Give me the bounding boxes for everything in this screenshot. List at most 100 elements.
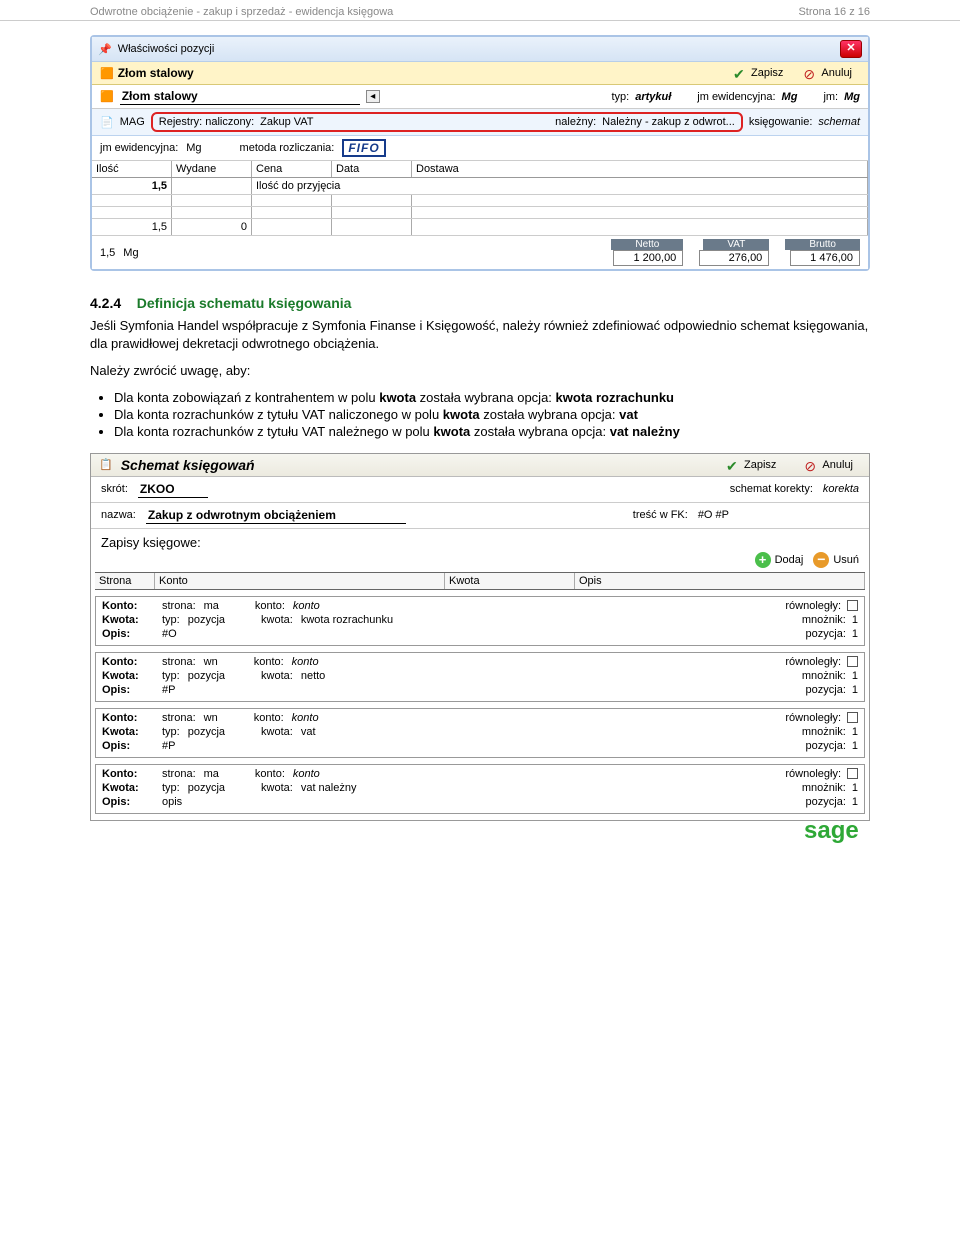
kwota-sublabel: kwota:: [261, 670, 293, 682]
page-number: Strona 16 z 16: [798, 6, 870, 18]
item-name: Złom stalowy: [118, 66, 194, 80]
accept-label: Ilość do przyjęcia: [252, 178, 868, 194]
typ-value: pozycja: [188, 726, 225, 738]
section-heading: 4.2.4 Definicja schematu księgowania: [90, 295, 870, 311]
ksieg-value: schemat: [818, 116, 860, 128]
jm-ewid2-label: jm ewidencyjna:: [100, 142, 178, 154]
typ-sublabel: typ:: [162, 614, 180, 626]
rownolegly-checkbox[interactable]: [847, 768, 858, 779]
strona-sublabel: strona:: [162, 600, 196, 612]
rownolegly-checkbox[interactable]: [847, 712, 858, 723]
vat-value: 276,00: [699, 250, 769, 266]
pozycja-label: pozycja:: [806, 628, 846, 640]
item-properties-window: 📌 Właściwości pozycji ✕ 🟧 Złom stalowy ✔…: [90, 35, 870, 271]
mnoznik-value: 1: [852, 726, 858, 738]
mnoznik-label: mnożnik:: [802, 670, 846, 682]
mnoznik-label: mnożnik:: [802, 782, 846, 794]
section-number: 4.2.4: [90, 295, 121, 311]
bullet-3: Dla konta rozrachunków z tytułu VAT nale…: [114, 424, 870, 439]
close-button[interactable]: ✕: [840, 40, 862, 58]
mnoznik-value: 1: [852, 670, 858, 682]
konto-sublabel: konto:: [255, 600, 285, 612]
grid-row-accept: 1,5 Ilość do przyjęcia: [92, 178, 868, 195]
skrot-input[interactable]: [138, 481, 208, 498]
kwota-sublabel: kwota:: [261, 614, 293, 626]
item-name-input[interactable]: [120, 88, 360, 105]
typ-value: pozycja: [188, 670, 225, 682]
opis-label: Opis:: [102, 628, 156, 640]
window-title: Właściwości pozycji: [118, 43, 215, 55]
paragraph-2: Należy zwrócić uwagę, aby:: [90, 362, 870, 380]
typ-value: pozycja: [188, 614, 225, 626]
add-label[interactable]: Dodaj: [775, 554, 804, 566]
hdr-strona: Strona: [95, 573, 155, 589]
tresc-value: #O #P: [698, 509, 729, 521]
grid-row-blank: [92, 195, 868, 207]
konto-value: konto: [292, 712, 319, 724]
col-ilosc: Ilość: [92, 161, 172, 177]
col-dostawa: Dostawa: [412, 161, 868, 177]
add-icon[interactable]: +: [755, 552, 771, 568]
delete-icon[interactable]: −: [813, 552, 829, 568]
kwota-label: Kwota:: [102, 782, 156, 794]
kwota-value: kwota rozrachunku: [301, 614, 393, 626]
opis-value: #O: [162, 628, 177, 640]
strona-value: ma: [204, 768, 219, 780]
entry-block: Konto:strona: wnkonto: kontorównoległy: …: [95, 708, 865, 758]
spinner[interactable]: ◂: [366, 90, 380, 103]
opis-label: Opis:: [102, 796, 156, 808]
footer-qty: 1,5: [100, 247, 115, 259]
opis-value: opis: [162, 796, 182, 808]
pozycja-value: 1: [852, 628, 858, 640]
sage-logo: sage: [804, 816, 880, 849]
item-icon: 🟧: [100, 67, 114, 80]
opis-label: Opis:: [102, 684, 156, 696]
paragraph-1: Jeśli Symfonia Handel współpracuje z Sym…: [90, 317, 870, 352]
cancel-icon: ⊘: [803, 66, 817, 80]
mnoznik-value: 1: [852, 782, 858, 794]
pozycja-label: pozycja:: [806, 684, 846, 696]
delete-label[interactable]: Usuń: [833, 554, 859, 566]
kwota-value: vat należny: [301, 782, 357, 794]
hdr-kwota: Kwota: [445, 573, 575, 589]
konto-sublabel: konto:: [254, 712, 284, 724]
pozycja-value: 1: [852, 796, 858, 808]
konto-sublabel: konto:: [254, 656, 284, 668]
jm-ewid-label: jm ewidencyjna:: [697, 91, 775, 103]
nazwa-input[interactable]: [146, 507, 406, 524]
reg-label: Rejestry: naliczony:: [159, 116, 254, 128]
rownolegly-checkbox[interactable]: [847, 600, 858, 611]
entry-block: Konto:strona: wnkonto: kontorównoległy: …: [95, 652, 865, 702]
sum-a: 1,5: [92, 219, 172, 235]
strona-sublabel: strona:: [162, 768, 196, 780]
schema-cancel-button[interactable]: ⊘Anuluj: [796, 457, 861, 473]
brutto-value: 1 476,00: [790, 250, 860, 266]
accept-qty: 1,5: [92, 178, 172, 194]
rownolegly-label: równoległy:: [785, 600, 841, 612]
cancel-button[interactable]: ⊘Anuluj: [795, 65, 860, 81]
fifo-badge: FIFO: [342, 139, 385, 157]
grid-row-blank: [92, 207, 868, 219]
rownolegly-checkbox[interactable]: [847, 656, 858, 667]
rownolegly-label: równoległy:: [785, 656, 841, 668]
bullet-1: Dla konta zobowiązań z kontrahentem w po…: [114, 390, 870, 405]
schema-save-button[interactable]: ✔Zapisz: [718, 457, 784, 473]
item-icon-2: 🟧: [100, 90, 114, 103]
save-button[interactable]: ✔Zapisz: [725, 65, 791, 81]
col-wydane: Wydane: [172, 161, 252, 177]
pozycja-label: pozycja:: [806, 796, 846, 808]
konto-value: konto: [292, 656, 319, 668]
svg-text:sage: sage: [804, 817, 859, 844]
typ-sublabel: typ:: [162, 670, 180, 682]
nalezny-label: należny:: [555, 116, 596, 128]
schema-grid-header: Strona Konto Kwota Opis: [95, 572, 865, 590]
nalezny-value: Należny - zakup z odwrot...: [602, 116, 735, 128]
col-data: Data: [332, 161, 412, 177]
korekta-label: schemat korekty:: [730, 483, 813, 495]
konto-value: konto: [293, 768, 320, 780]
check-icon: ✔: [726, 458, 740, 472]
col-cena: Cena: [252, 161, 332, 177]
konto-sublabel: konto:: [255, 768, 285, 780]
skrot-label: skrót:: [101, 483, 128, 495]
hdr-opis: Opis: [575, 573, 865, 589]
